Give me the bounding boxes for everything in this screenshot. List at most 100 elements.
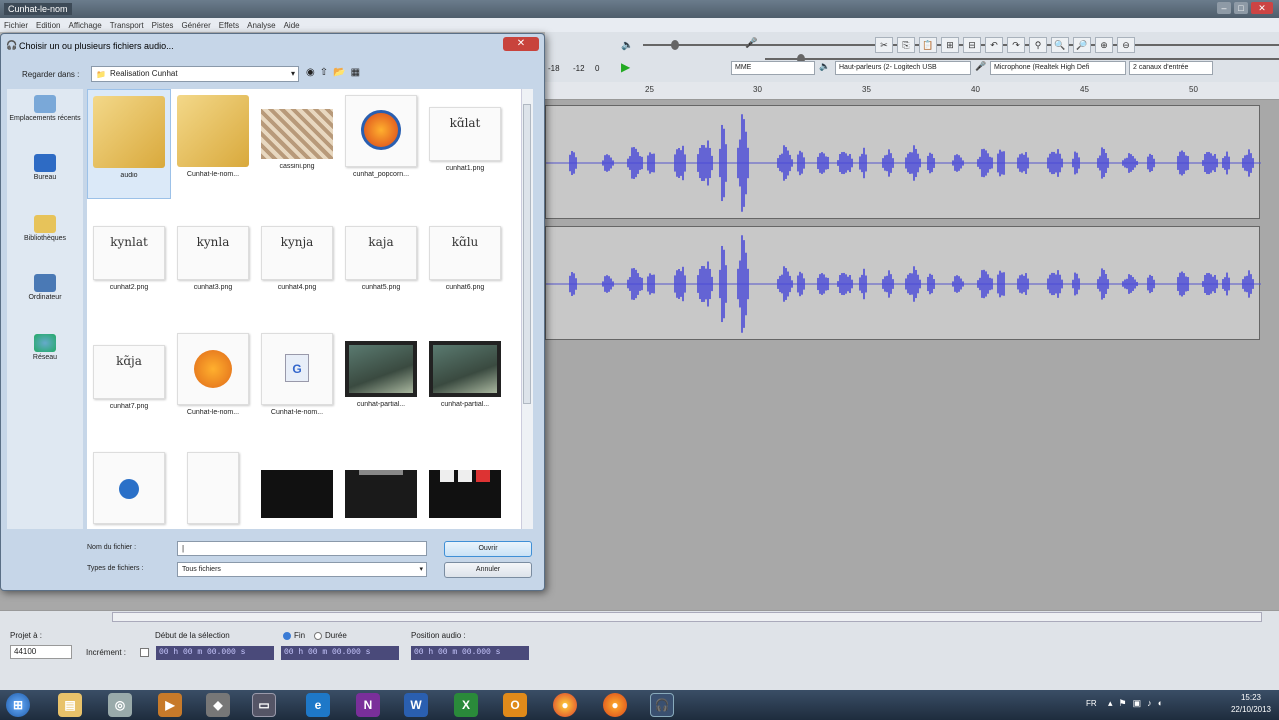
snap-checkbox[interactable] xyxy=(140,648,149,657)
zoom-out-icon[interactable]: 🔎 xyxy=(1073,37,1091,53)
undo-icon[interactable]: ↶ xyxy=(985,37,1003,53)
maximize-button[interactable]: □ xyxy=(1234,2,1248,14)
file-item[interactable]: kɑ̃ja cunhat7.png xyxy=(87,327,171,437)
up-folder-icon[interactable]: ⇧ xyxy=(320,67,328,78)
file-item[interactable]: kynla cunhat3.png xyxy=(171,208,255,318)
clock[interactable]: 15:23 22/10/2013 xyxy=(1231,692,1271,716)
file-item[interactable]: kynlat cunhat2.png xyxy=(87,208,171,318)
audio-position-label: Position audio : xyxy=(411,631,466,640)
audio-host-select[interactable]: MME xyxy=(731,61,815,75)
place-desktop[interactable]: Bureau xyxy=(7,154,83,181)
file-item[interactable]: audio xyxy=(87,89,171,199)
firefox-icon[interactable]: ● xyxy=(603,693,627,717)
menu-edit[interactable]: Edition xyxy=(36,21,60,30)
fit-project-icon[interactable]: ⊖ xyxy=(1117,37,1135,53)
minimize-button[interactable]: – xyxy=(1217,2,1231,14)
playback-volume-slider[interactable] xyxy=(641,38,1279,52)
ie-icon[interactable]: e xyxy=(306,693,330,717)
copy-icon[interactable]: ⎘ xyxy=(897,37,915,53)
sync-lock-icon[interactable]: ⚲ xyxy=(1029,37,1047,53)
explorer-icon[interactable]: ▤ xyxy=(58,693,82,717)
file-item[interactable] xyxy=(255,446,339,529)
audio-track-right[interactable] xyxy=(545,226,1261,340)
thumbnail-text: kynlat xyxy=(110,235,148,249)
audio-position-time[interactable]: 00 h 00 m 00.000 s xyxy=(411,646,529,660)
selection-end-time[interactable]: 00 h 00 m 00.000 s xyxy=(281,646,399,660)
place-network[interactable]: Réseau xyxy=(7,334,83,361)
file-item[interactable]: cassini.png xyxy=(255,89,339,199)
file-item[interactable]: cunhat-partial... xyxy=(339,327,423,437)
file-item[interactable] xyxy=(87,446,171,529)
close-button[interactable]: ✕ xyxy=(1251,2,1273,14)
paste-icon[interactable]: 📋 xyxy=(919,37,937,53)
menu-view[interactable]: Affichage xyxy=(68,21,101,30)
recording-device-select[interactable]: Microphone (Realtek High Defi xyxy=(990,61,1126,75)
file-item[interactable] xyxy=(339,446,423,529)
fit-selection-icon[interactable]: ⊕ xyxy=(1095,37,1113,53)
window-icon[interactable]: ▭ xyxy=(252,693,276,717)
back-icon[interactable]: ◉ xyxy=(306,67,315,78)
file-item[interactable]: G Cunhat-le-nom... xyxy=(255,327,339,437)
blank-file-icon xyxy=(187,452,239,524)
menu-help[interactable]: Aide xyxy=(284,21,300,30)
play-at-speed-icon[interactable]: ▶ xyxy=(621,60,630,74)
word-icon[interactable]: W xyxy=(404,693,428,717)
file-item[interactable]: kɑ̃lu cunhat6.png xyxy=(423,208,507,318)
file-item[interactable]: cunhat-partial... xyxy=(423,327,507,437)
menu-tracks[interactable]: Pistes xyxy=(152,21,174,30)
start-button-icon[interactable]: ⊞ xyxy=(6,693,30,717)
audio-track-left[interactable] xyxy=(545,105,1261,219)
file-item[interactable]: Cunhat-le-nom... xyxy=(171,89,255,199)
dialog-close-button[interactable]: ✕ xyxy=(503,37,539,51)
file-item[interactable] xyxy=(423,446,507,529)
cut-icon[interactable]: ✂ xyxy=(875,37,893,53)
file-name: cunhat5.png xyxy=(361,284,401,291)
trim-icon[interactable]: ⊞ xyxy=(941,37,959,53)
zoom-in-icon[interactable]: 🔍 xyxy=(1051,37,1069,53)
menu-file[interactable]: Fichier xyxy=(4,21,28,30)
place-libraries[interactable]: Bibliothèques xyxy=(7,215,83,242)
firefox-file-icon xyxy=(345,95,417,167)
file-item[interactable]: kynja cunhat4.png xyxy=(255,208,339,318)
menu-transport[interactable]: Transport xyxy=(110,21,144,30)
file-item[interactable]: kɑ̃lat cunhat1.png xyxy=(423,89,507,199)
timeline-ruler[interactable]: 25 30 35 40 45 50 xyxy=(545,82,1279,100)
open-button[interactable]: Ouvrir xyxy=(444,541,532,557)
look-in-select[interactable]: 📁 Realisation Cunhat ▾ xyxy=(91,66,299,82)
filetype-select[interactable]: Tous fichiers ▾ xyxy=(177,562,427,577)
filename-input[interactable]: | xyxy=(177,541,427,556)
file-item[interactable]: cunhat_popcorn... xyxy=(339,89,423,199)
menu-generate[interactable]: Générer xyxy=(181,21,210,30)
new-folder-icon[interactable]: 📂 xyxy=(333,67,345,78)
selection-start-time[interactable]: 00 h 00 m 00.000 s xyxy=(156,646,274,660)
cancel-button[interactable]: Annuler xyxy=(444,562,532,578)
end-radio[interactable] xyxy=(283,632,291,640)
excel-icon[interactable]: X xyxy=(454,693,478,717)
app-icon[interactable]: ◆ xyxy=(206,693,230,717)
place-computer[interactable]: Ordinateur xyxy=(7,274,83,301)
media-icon[interactable]: ◎ xyxy=(108,693,132,717)
speaker-icon: 🔈 xyxy=(621,40,634,51)
language-indicator[interactable]: FR xyxy=(1086,699,1097,708)
horizontal-scrollbar[interactable] xyxy=(112,612,1262,622)
tray-icons[interactable]: ▴⚑▣♪◐ xyxy=(1108,698,1169,709)
audacity-icon[interactable]: 🎧 xyxy=(650,693,674,717)
silence-icon[interactable]: ⊟ xyxy=(963,37,981,53)
place-recent[interactable]: Emplacements récents xyxy=(7,95,83,122)
chrome-icon[interactable]: ● xyxy=(553,693,577,717)
playback-device-select[interactable]: Haut-parleurs (2- Logitech USB xyxy=(835,61,971,75)
length-radio[interactable] xyxy=(314,632,322,640)
channels-select[interactable]: 2 canaux d'entrée xyxy=(1129,61,1213,75)
file-item[interactable] xyxy=(171,446,255,529)
file-item[interactable]: Cunhat-le-nom... xyxy=(171,327,255,437)
redo-icon[interactable]: ↷ xyxy=(1007,37,1025,53)
file-item[interactable]: kaja cunhat5.png xyxy=(339,208,423,318)
view-menu-icon[interactable]: ▦ xyxy=(351,67,360,78)
menu-analyze[interactable]: Analyse xyxy=(247,21,275,30)
outlook-icon[interactable]: O xyxy=(503,693,527,717)
video-icon[interactable]: ▶ xyxy=(158,693,182,717)
onenote-icon[interactable]: N xyxy=(356,693,380,717)
project-rate-select[interactable]: 44100 xyxy=(10,645,72,659)
menu-effects[interactable]: Effets xyxy=(219,21,239,30)
scrollbar-thumb[interactable] xyxy=(523,104,531,404)
